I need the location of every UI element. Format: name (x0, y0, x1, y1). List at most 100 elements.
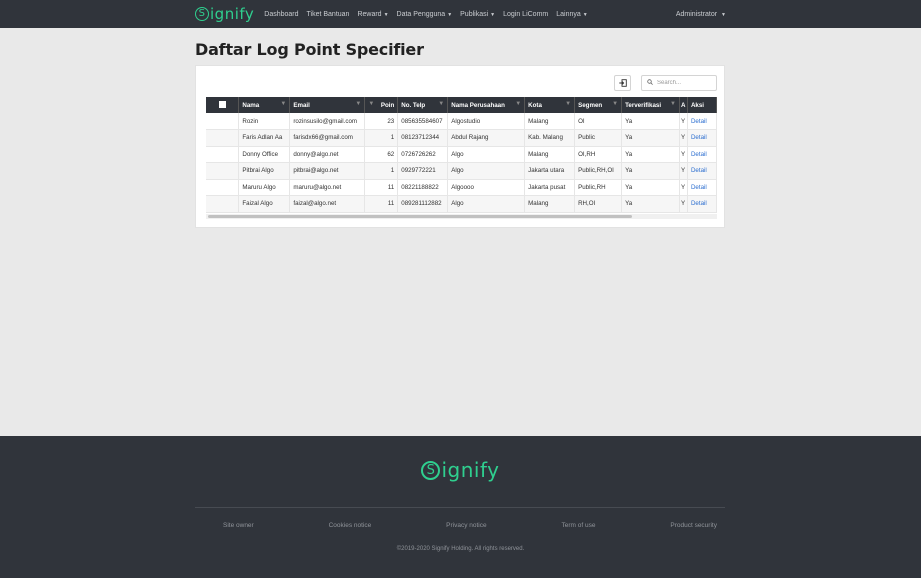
nav-item-label: Reward (357, 10, 382, 18)
row-select-cell[interactable] (206, 179, 240, 196)
footer-link-term-of-use[interactable]: Term of use (562, 522, 596, 529)
logo-text: ignify (210, 5, 255, 23)
cell-no-telp: 0726726262 (397, 146, 449, 163)
row-select-cell[interactable] (206, 162, 240, 180)
page-title: Daftar Log Point Specifier (195, 40, 424, 59)
table-row: Faris Adlan Aa farisdx66@gmail.com 1 081237… (206, 129, 717, 147)
user-menu[interactable]: Administrator ▼ (676, 11, 726, 18)
cell-poin: 11 (364, 179, 399, 196)
column-header-nama[interactable]: Nama ▼ (238, 97, 291, 113)
row-select-cell[interactable] (206, 146, 240, 163)
footer-link-product-security[interactable]: Product security (670, 522, 717, 529)
chevron-down-icon: ▼ (447, 11, 453, 18)
cell-poin: 62 (364, 146, 399, 163)
cell-email: donny@algo.net (289, 146, 366, 163)
cell-nama: Faizal Algo (238, 195, 291, 213)
filter-icon[interactable]: ▼ (280, 101, 286, 107)
table-row: Maruru Algo maruru@algo.net 11 08221188822 A… (206, 179, 717, 196)
cell-no-telp: 089281112882 (397, 195, 449, 213)
filter-icon[interactable]: ▼ (368, 101, 374, 107)
cell-aksi: Detail (687, 195, 717, 213)
horizontal-scrollbar[interactable] (206, 214, 717, 219)
select-all-checkbox[interactable] (218, 100, 226, 108)
column-header-terverifikasi[interactable]: Terverifikasi ▼ (621, 97, 680, 113)
cell-no-telp: 0929772221 (397, 162, 449, 180)
nav-item-label: Data Pengguna (396, 10, 446, 18)
nav-item-data-pengguna[interactable]: Data Pengguna ▼ (397, 11, 453, 18)
cell-aksi: Detail (687, 146, 717, 163)
cell-nama: Rozin (238, 113, 291, 130)
cell-email: pitbrai@algo.net (289, 162, 366, 180)
nav-item-label: Tiket Bantuan (306, 10, 350, 18)
footer-logo-text: ignify (441, 458, 500, 482)
filter-icon[interactable]: ▼ (612, 101, 618, 107)
cell-email: farisdx66@gmail.com (289, 129, 366, 147)
log-point-table: Nama ▼ Email ▼ ▼ Poin No. Telp ▼ Nama Perusa… (206, 97, 717, 213)
row-select-cell[interactable] (206, 195, 240, 213)
cell-email: faizal@algo.net (289, 195, 366, 213)
footer-link-privacy-notice[interactable]: Privacy notice (446, 522, 486, 529)
detail-link[interactable]: Detail (691, 200, 707, 207)
column-header-kota[interactable]: Kota ▼ (524, 97, 576, 113)
top-navbar: Signify Dashboard Tiket Bantuan Reward ▼ Dat… (0, 0, 921, 28)
detail-link[interactable]: Detail (691, 134, 707, 141)
cell-terverifikasi: Ya (621, 146, 680, 163)
filter-icon[interactable]: ▼ (355, 101, 361, 107)
search-icon (647, 79, 653, 87)
search-box (641, 75, 717, 91)
footer-divider (195, 507, 725, 508)
row-select-cell[interactable] (206, 113, 240, 130)
cell-nama: Faris Adlan Aa (238, 129, 291, 147)
nav-item-reward[interactable]: Reward ▼ (357, 11, 388, 18)
cell-aksi: Detail (687, 179, 717, 196)
column-header-segmen[interactable]: Segmen ▼ (574, 97, 623, 113)
cell-poin: 1 (364, 162, 399, 180)
cell-terverifikasi: Ya (621, 195, 680, 213)
column-header-a[interactable]: A (679, 97, 688, 113)
signify-logo[interactable]: Signify (195, 5, 254, 23)
column-header-poin[interactable]: ▼ Poin (364, 97, 399, 113)
cell-segmen: RH,OI (574, 195, 623, 213)
filter-icon[interactable]: ▼ (515, 101, 521, 107)
cell-nama-perusahaan: Abdul Rajang (447, 129, 526, 147)
export-button[interactable] (614, 75, 631, 91)
nav-item-label: Dashboard (264, 10, 299, 18)
select-all-header (206, 97, 240, 113)
table-body: Rozin rozinsusilo@gmail.com 23 085635584607… (206, 113, 717, 213)
detail-link[interactable]: Detail (691, 167, 707, 174)
search-input[interactable] (657, 80, 715, 86)
chevron-down-icon: ▼ (721, 11, 726, 18)
filter-icon[interactable]: ▼ (565, 101, 571, 107)
scrollbar-thumb[interactable] (208, 215, 632, 218)
column-header-nama-perusahaan[interactable]: Nama Perusahaan ▼ (447, 97, 526, 113)
nav-item-label: Login LiComm (503, 10, 549, 18)
filter-icon[interactable]: ▼ (670, 101, 676, 107)
filter-icon[interactable]: ▼ (438, 101, 444, 107)
cell-poin: 1 (364, 129, 399, 147)
cell-a: Y (679, 146, 688, 163)
footer-link-cookies-notice[interactable]: Cookies notice (329, 522, 372, 529)
cell-aksi: Detail (687, 162, 717, 180)
cell-no-telp: 08123712344 (397, 129, 449, 147)
footer-link-site-owner[interactable]: Site owner (223, 522, 254, 529)
row-select-cell[interactable] (206, 129, 240, 147)
nav-item-label: Lainnya (556, 10, 581, 18)
cell-nama-perusahaan: Algo (447, 195, 526, 213)
detail-link[interactable]: Detail (691, 118, 707, 125)
cell-no-telp: 08221188822 (397, 179, 449, 196)
data-grid: Nama ▼ Email ▼ ▼ Poin No. Telp ▼ Nama Perusa… (206, 97, 717, 220)
cell-kota: Malang (524, 146, 576, 163)
detail-link[interactable]: Detail (691, 184, 707, 191)
cell-nama-perusahaan: Algo (447, 146, 526, 163)
table-row: Donny Office donny@algo.net 62 0726726262 Al… (206, 146, 717, 163)
table-card: Nama▼ Email▼ ▼Poin No. Telp▼ Nama Perusa… (195, 65, 725, 228)
nav-item-lainnya[interactable]: Lainnya ▼ (556, 11, 587, 18)
nav-item-login-licomm[interactable]: Login LiComm (503, 11, 548, 18)
nav-item-dashboard[interactable]: Dashboard (264, 11, 298, 18)
column-header-email[interactable]: Email ▼ (289, 97, 366, 113)
cell-a: Y (679, 179, 688, 196)
column-header-no-telp[interactable]: No. Telp ▼ (397, 97, 449, 113)
detail-link[interactable]: Detail (691, 151, 707, 158)
nav-item-tiket-bantuan[interactable]: Tiket Bantuan (307, 11, 350, 18)
nav-item-publikasi[interactable]: Publikasi ▼ (460, 11, 495, 18)
